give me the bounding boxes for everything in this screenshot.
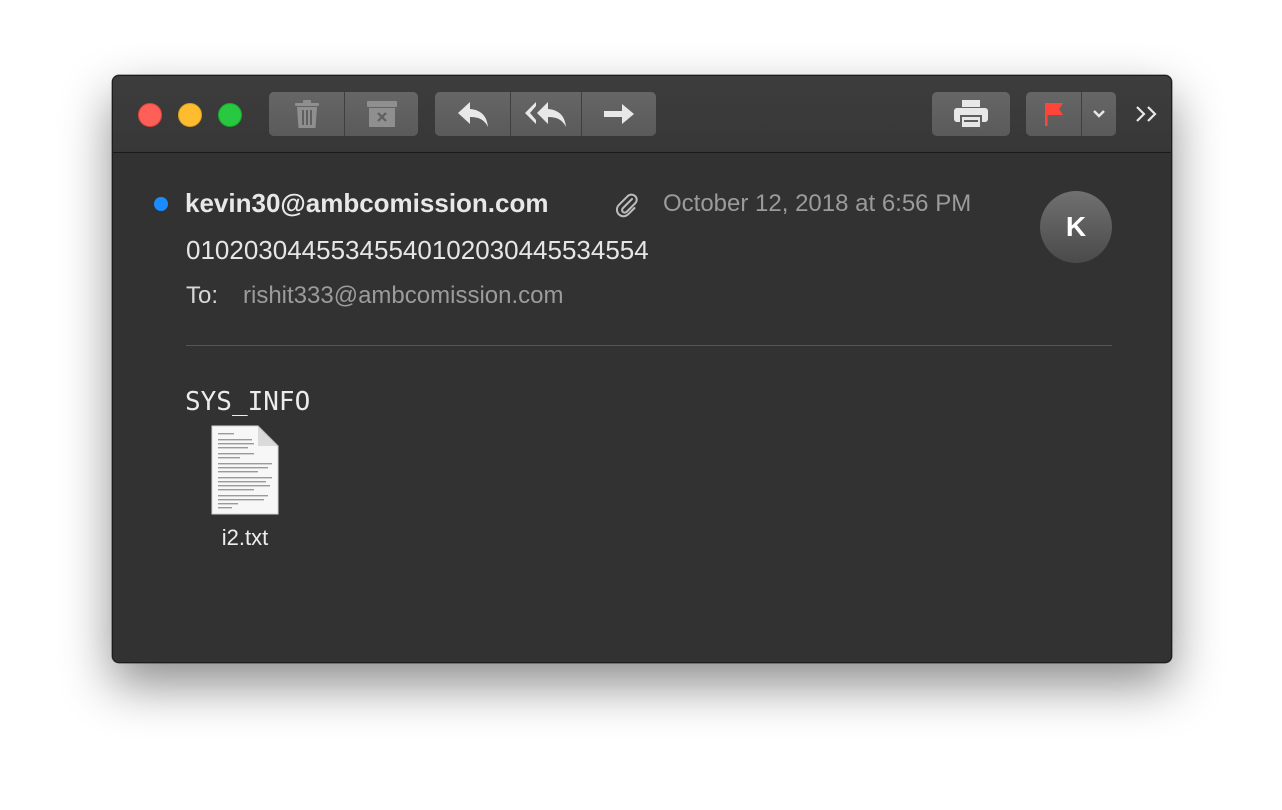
text-document-icon xyxy=(211,425,279,515)
flag-icon xyxy=(1044,103,1063,126)
chevrons-right-icon xyxy=(1136,106,1157,122)
toolbar-overflow-button[interactable] xyxy=(1133,102,1161,126)
to-label: To: xyxy=(186,282,219,309)
printer-icon xyxy=(954,100,988,129)
reply-button[interactable] xyxy=(435,92,510,136)
reply-all-button[interactable] xyxy=(510,92,581,136)
reply-icon xyxy=(457,102,488,127)
sender-address[interactable]: kevin30@ambcomission.com xyxy=(185,188,549,219)
delete-junk-group xyxy=(269,92,418,136)
minimize-button[interactable] xyxy=(178,103,202,127)
close-button[interactable] xyxy=(138,103,162,127)
message-date: October 12, 2018 at 6:56 PM xyxy=(663,190,972,217)
attachment-name: i2.txt xyxy=(221,525,269,550)
recipient-address[interactable]: rishit333@ambcomission.com xyxy=(243,282,563,310)
delete-button[interactable] xyxy=(269,92,344,136)
paperclip-icon xyxy=(615,193,638,218)
flag-group xyxy=(1026,92,1116,136)
forward-button[interactable] xyxy=(581,92,656,136)
sender-avatar[interactable]: K xyxy=(1040,191,1112,263)
message-body: SYS_INFO xyxy=(185,387,311,417)
forward-icon xyxy=(604,104,634,124)
reply-all-icon xyxy=(525,102,566,127)
header-divider xyxy=(186,345,1112,346)
junk-icon xyxy=(366,101,397,127)
trash-icon xyxy=(294,100,319,128)
message-subject: 01020304455345540102030445534554 xyxy=(186,235,649,265)
print-group xyxy=(932,92,1010,136)
flag-menu-button[interactable] xyxy=(1081,92,1116,136)
chevron-down-icon xyxy=(1093,110,1105,118)
flag-button[interactable] xyxy=(1026,92,1081,136)
print-button[interactable] xyxy=(932,92,1010,136)
unread-indicator xyxy=(154,197,168,211)
toolbar xyxy=(113,76,1171,153)
reply-forward-group xyxy=(435,92,656,136)
attachment[interactable]: i2.txt xyxy=(196,425,294,551)
junk-button[interactable] xyxy=(344,92,418,136)
zoom-button[interactable] xyxy=(218,103,242,127)
mail-message-window: kevin30@ambcomission.com October 12, 201… xyxy=(112,75,1172,663)
